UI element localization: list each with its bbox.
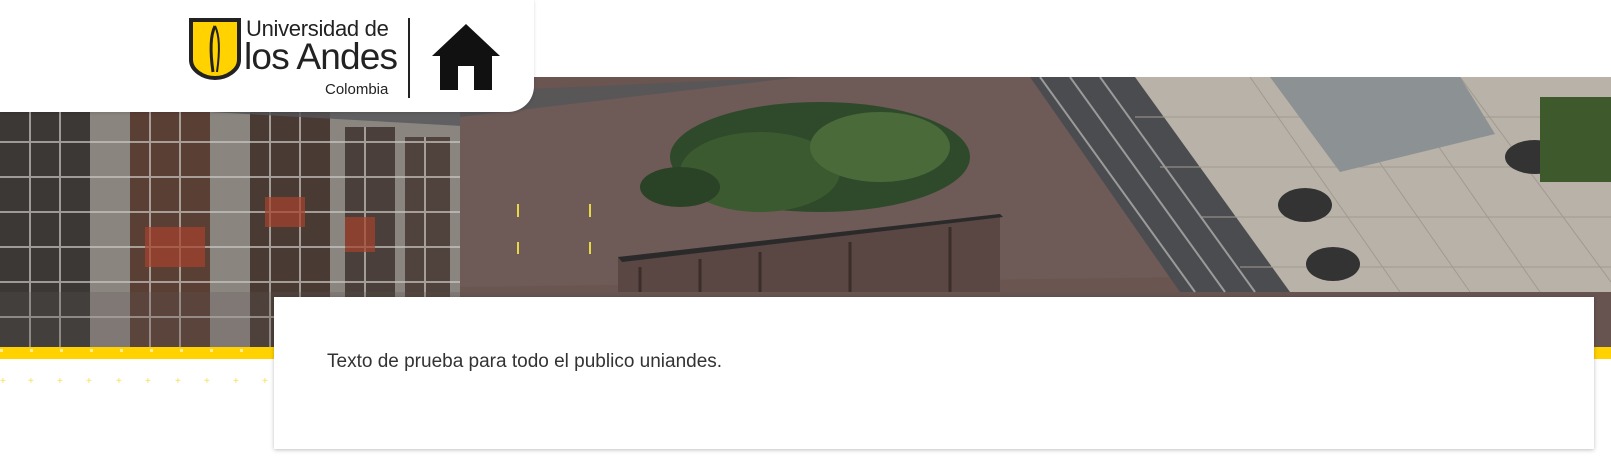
header-card: Universidad de los Andes Colombia xyxy=(0,0,534,112)
university-logo[interactable]: Universidad de los Andes Colombia xyxy=(189,16,398,102)
shield-icon xyxy=(189,18,241,80)
decorative-dot-row: + + + + + + + + + + xyxy=(0,376,268,387)
accent-band-pattern xyxy=(0,349,270,352)
content-card: Texto de prueba para todo el publico uni… xyxy=(274,297,1594,449)
content-text: Texto de prueba para todo el publico uni… xyxy=(327,351,723,372)
logo-text-line3: Colombia xyxy=(325,81,389,98)
header-divider xyxy=(408,18,410,98)
home-button[interactable] xyxy=(428,20,504,92)
logo-text-line2: los Andes xyxy=(244,36,398,77)
home-icon xyxy=(432,24,500,90)
